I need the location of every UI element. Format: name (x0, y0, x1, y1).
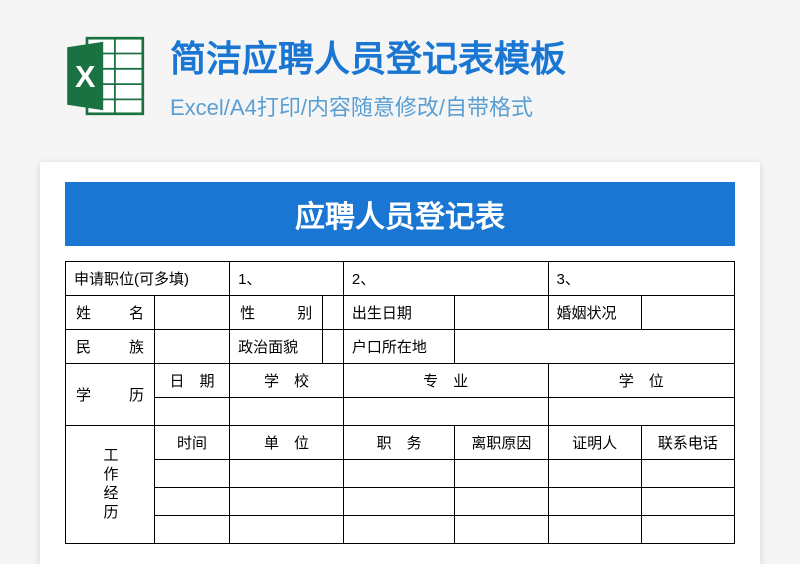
work-reference-1 (548, 460, 641, 488)
marital-label: 婚姻状况 (548, 296, 641, 330)
edu-major-1 (343, 398, 548, 426)
svg-text:X: X (75, 60, 96, 94)
work-position-header: 职 务 (343, 426, 454, 460)
hukou-value (455, 330, 735, 364)
ethnicity-value (155, 330, 230, 364)
edu-date-header: 日 期 (155, 364, 230, 398)
form-title: 应聘人员登记表 (65, 182, 735, 246)
work-phone-header: 联系电话 (641, 426, 734, 460)
work-reason-2 (455, 488, 548, 516)
work-unit-header: 单 位 (230, 426, 344, 460)
work-phone-1 (641, 460, 734, 488)
name-value (155, 296, 230, 330)
work-reason-header: 离职原因 (455, 426, 548, 460)
political-value (323, 330, 344, 364)
work-time-3 (155, 516, 230, 544)
political-label: 政治面貌 (230, 330, 323, 364)
work-position-1 (343, 460, 454, 488)
template-header: X 简洁应聘人员登记表模板 Excel/A4打印/内容随意修改/自带格式 (0, 0, 800, 142)
gender-value (323, 296, 344, 330)
marital-value (641, 296, 734, 330)
name-label: 姓 名 (66, 296, 155, 330)
edu-school-header: 学 校 (230, 364, 344, 398)
ethnicity-label: 民 族 (66, 330, 155, 364)
registration-table: 申请职位(可多填) 1、 2、 3、 姓 名 性 别 出生日期 婚姻状况 民 族… (65, 261, 735, 544)
main-title: 简洁应聘人员登记表模板 (170, 30, 740, 82)
work-reference-2 (548, 488, 641, 516)
work-unit-1 (230, 460, 344, 488)
title-block: 简洁应聘人员登记表模板 Excel/A4打印/内容随意修改/自带格式 (170, 30, 740, 122)
edu-date-1 (155, 398, 230, 426)
work-reason-3 (455, 516, 548, 544)
edu-school-1 (230, 398, 344, 426)
edu-group-label: 学 历 (66, 364, 155, 426)
position-3: 3、 (548, 262, 735, 296)
gender-label: 性 别 (230, 296, 323, 330)
hukou-label: 户口所在地 (343, 330, 454, 364)
work-reason-1 (455, 460, 548, 488)
work-reference-header: 证明人 (548, 426, 641, 460)
work-time-2 (155, 488, 230, 516)
work-unit-3 (230, 516, 344, 544)
apply-position-label: 申请职位(可多填) (66, 262, 230, 296)
edu-degree-header: 学 位 (548, 364, 735, 398)
work-phone-3 (641, 516, 734, 544)
edu-major-header: 专 业 (343, 364, 548, 398)
work-unit-2 (230, 488, 344, 516)
work-position-3 (343, 516, 454, 544)
subtitle: Excel/A4打印/内容随意修改/自带格式 (170, 90, 740, 122)
edu-degree-1 (548, 398, 735, 426)
excel-icon: X (60, 31, 150, 121)
work-position-2 (343, 488, 454, 516)
work-phone-2 (641, 488, 734, 516)
position-1: 1、 (230, 262, 344, 296)
work-time-1 (155, 460, 230, 488)
document-preview: 应聘人员登记表 申请职位(可多填) 1、 2、 3、 姓 名 性 别 出生日期 … (40, 162, 760, 564)
work-reference-3 (548, 516, 641, 544)
birth-label: 出生日期 (343, 296, 454, 330)
birth-value (455, 296, 548, 330)
position-2: 2、 (343, 262, 548, 296)
work-time-header: 时间 (155, 426, 230, 460)
